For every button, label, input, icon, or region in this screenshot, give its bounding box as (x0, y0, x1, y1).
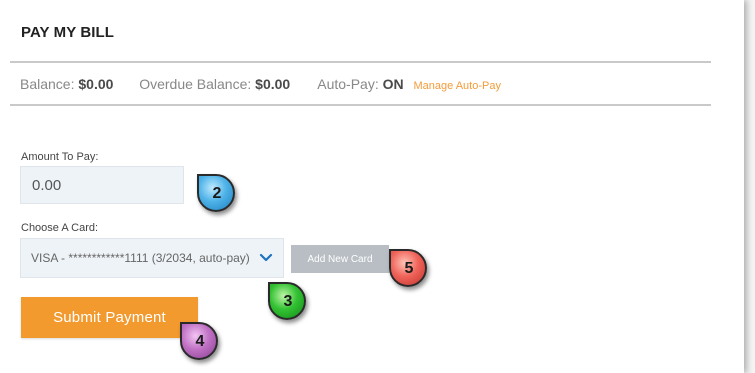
autopay-status: ON (382, 76, 404, 92)
card-select-dropdown[interactable]: VISA - ************1111 (3/2034, auto-pa… (20, 238, 284, 278)
overdue-balance-label: Overdue Balance: (139, 76, 252, 92)
overdue-balance-value: $0.00 (255, 76, 291, 92)
card-select-value: VISA - ************1111 (3/2034, auto-pa… (31, 251, 250, 265)
balance-summary: Balance: $0.00 Overdue Balance: $0.00 Au… (20, 76, 501, 92)
add-new-card-button[interactable]: Add New Card (291, 245, 389, 273)
autopay-label: Auto-Pay: (317, 76, 379, 92)
submit-payment-button[interactable]: Submit Payment (21, 297, 198, 338)
step-badge-5: 5 (389, 249, 427, 287)
manage-autopay-link[interactable]: Manage Auto-Pay (414, 80, 501, 92)
amount-to-pay-label: Amount To Pay: (21, 151, 99, 163)
divider-bottom (10, 104, 711, 106)
balance-value: $0.00 (78, 76, 114, 92)
step-badge-3: 3 (268, 282, 306, 320)
chevron-down-icon (259, 253, 273, 262)
step-badge-2: 2 (197, 174, 235, 212)
step-badge-4: 4 (180, 322, 218, 360)
divider-top (10, 61, 711, 63)
pay-bill-panel: PAY MY BILL Balance: $0.00 Overdue Balan… (0, 0, 744, 373)
amount-to-pay-input[interactable] (20, 166, 184, 204)
choose-card-label: Choose A Card: (21, 222, 99, 234)
balance-label: Balance: (20, 76, 75, 92)
page-title: PAY MY BILL (21, 24, 115, 41)
